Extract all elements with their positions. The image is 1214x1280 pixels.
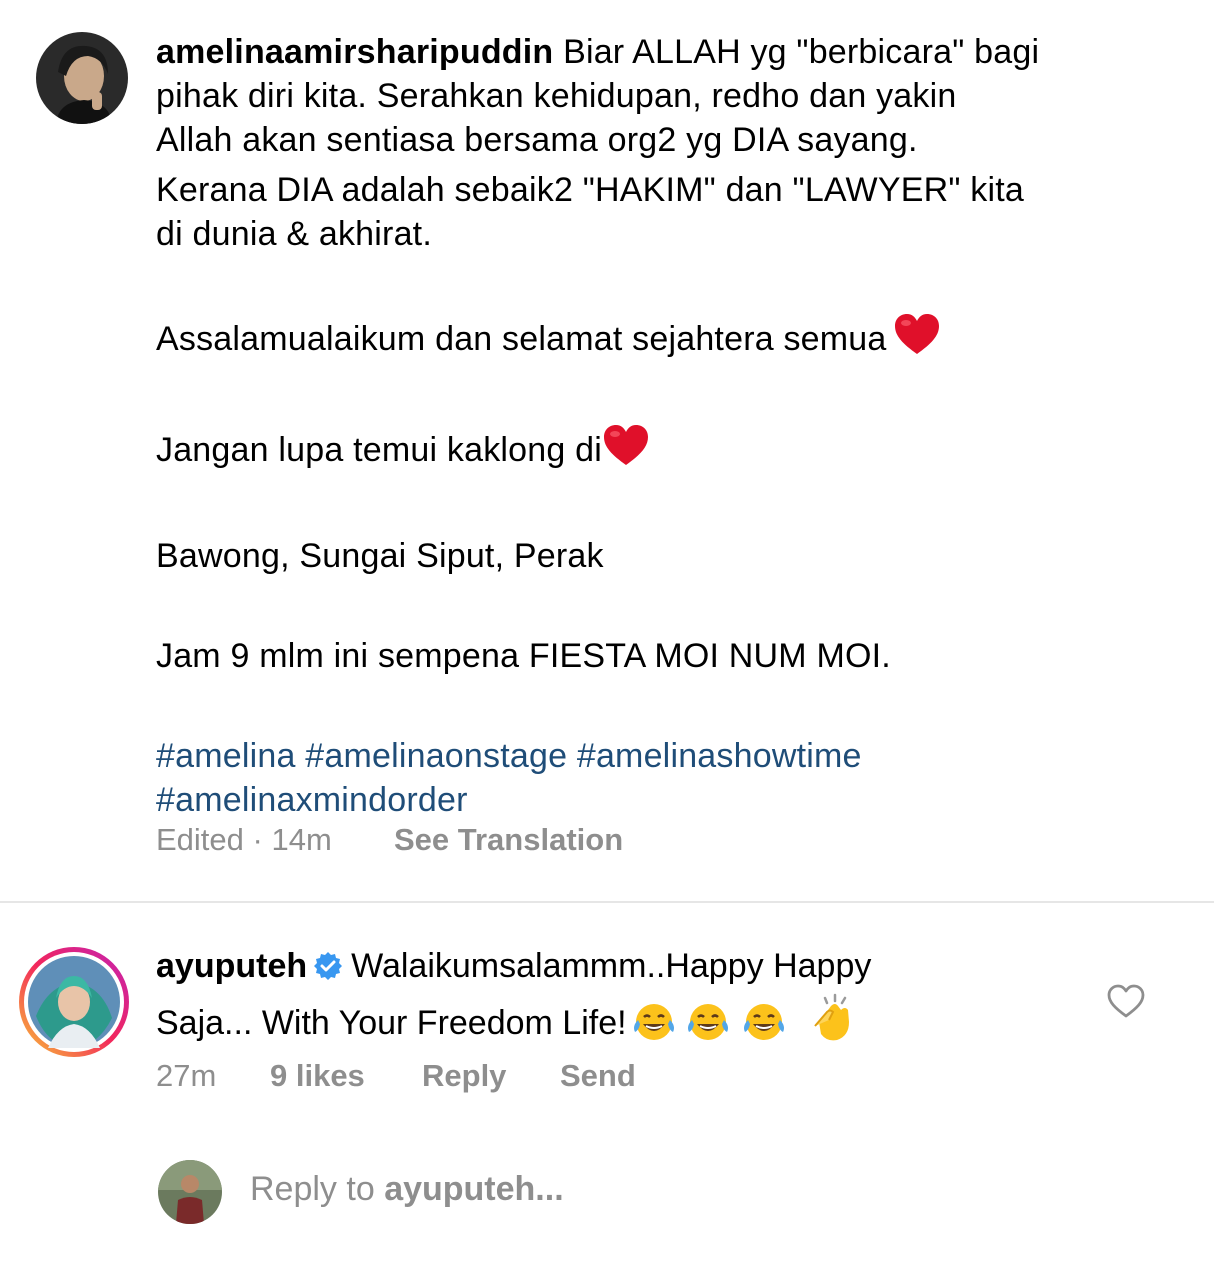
edited-label: Edited — [156, 822, 244, 857]
verified-badge-icon — [313, 948, 343, 992]
comment-author-username[interactable]: ayuputeh — [156, 947, 307, 985]
invite-text: Jangan lupa temui kaklong di — [156, 431, 603, 469]
caption-line: pihak diri kita. Serahkan kehidupan, red… — [156, 77, 957, 115]
reply-input[interactable]: Reply to ayuputeh... — [250, 1170, 564, 1209]
hashtags-line[interactable]: #amelinaxmindorder — [156, 778, 1186, 822]
reply-button[interactable]: Reply — [422, 1058, 506, 1094]
caption-line: Allah akan sentiasa bersama org2 yg DIA … — [156, 121, 918, 159]
hashtags-line[interactable]: #amelina #amelinaonstage #amelinashowtim… — [156, 734, 1186, 778]
caption-line: Kerana DIA adalah sebaik2 "HAKIM" dan "L… — [156, 171, 1024, 209]
see-translation-button[interactable]: See Translation — [394, 822, 623, 858]
post-caption: amelinaamirsharipuddin Biar ALLAH yg "be… — [156, 30, 1186, 822]
clapping-hands-icon — [805, 992, 857, 1055]
caption-line: di dunia & akhirat. — [156, 215, 432, 253]
caption-line: Biar ALLAH yg "berbicara" bagi — [563, 33, 1040, 71]
comment-text-line: Saja... With Your Freedom Life! — [156, 1004, 627, 1042]
see-translation-label: See Translation — [394, 822, 624, 857]
like-comment-heart-icon[interactable] — [1106, 983, 1146, 1024]
comment-author-avatar[interactable] — [18, 946, 130, 1058]
post-author-avatar[interactable] — [36, 32, 128, 124]
tears-of-joy-icon — [681, 1000, 735, 1055]
current-user-avatar — [158, 1160, 222, 1224]
location-text: Bawong, Sungai Siput, Perak — [156, 537, 604, 575]
divider — [0, 901, 1214, 903]
red-heart-icon — [893, 312, 941, 367]
post-author-username[interactable]: amelinaamirsharipuddin — [156, 33, 553, 71]
greeting-text: Assalamualaikum dan selamat sejahtera se… — [156, 320, 887, 358]
post-time: 14m — [271, 822, 332, 857]
comment-likes-button[interactable]: 9 likes — [270, 1058, 365, 1094]
event-text: Jam 9 mlm ini sempena FIESTA MOI NUM MOI… — [156, 637, 891, 675]
tears-of-joy-icon — [737, 1000, 791, 1055]
red-heart-icon — [602, 423, 650, 478]
reply-input-prefix: Reply to — [250, 1170, 375, 1208]
comment-text-line: Walaikumsalammm..Happy Happy — [351, 947, 872, 985]
tears-of-joy-icon — [629, 1000, 679, 1055]
reply-input-target: ayuputeh... — [384, 1170, 564, 1208]
comment-time: 27m — [156, 1058, 217, 1093]
post-meta: Edited · 14m — [156, 822, 332, 858]
send-button[interactable]: Send — [560, 1058, 636, 1094]
comment-body: ayuputeh Walaikumsalammm..Happy Happy Saj… — [156, 944, 1056, 1055]
meta-separator: · — [252, 822, 263, 857]
